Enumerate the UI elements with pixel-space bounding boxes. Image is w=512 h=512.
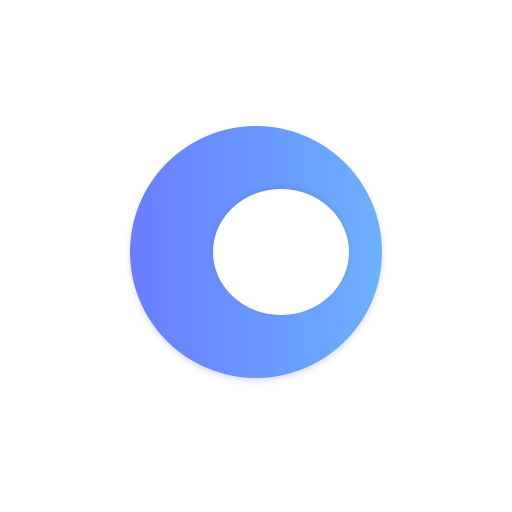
app-icon-canvas [0, 0, 512, 512]
ring-hole [213, 189, 349, 315]
ring-logo-icon [130, 126, 382, 378]
